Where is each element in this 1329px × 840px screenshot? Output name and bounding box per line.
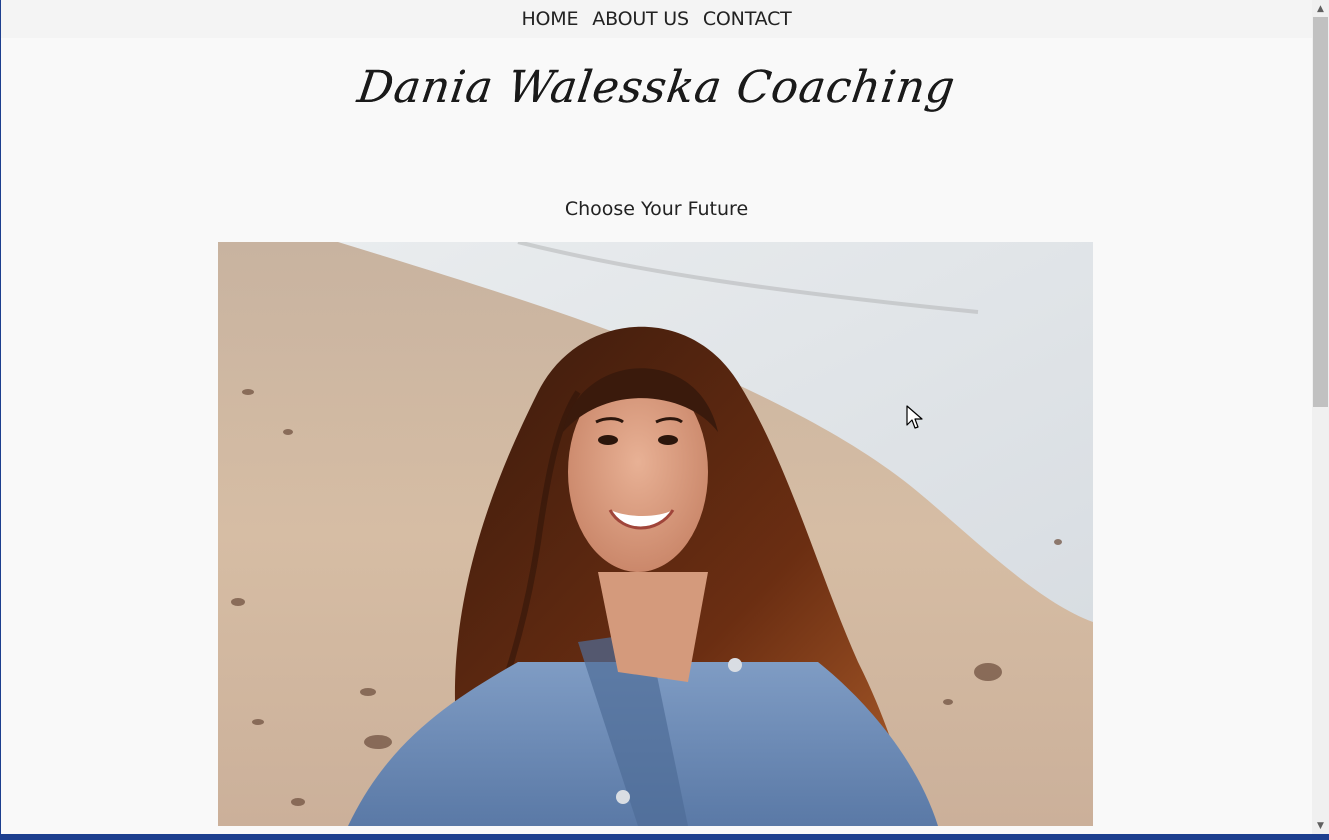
hero-photo-illustration <box>218 242 1093 826</box>
hero-photo <box>218 242 1093 826</box>
scrollbar-thumb[interactable] <box>1313 17 1328 407</box>
browser-viewport: HOME ABOUT US CONTACT Dania Walesska Coa… <box>1 0 1312 834</box>
hero-tagline: Choose Your Future <box>564 198 749 220</box>
nav-home-link[interactable]: HOME <box>521 8 578 30</box>
chevron-up-icon[interactable]: ▲ <box>1312 0 1329 17</box>
top-navigation: HOME ABOUT US CONTACT <box>1 0 1312 38</box>
site-logo[interactable]: Dania Walesska Coaching <box>1 62 1312 113</box>
nav-about-us-link[interactable]: ABOUT US <box>592 8 689 30</box>
nav-contact-link[interactable]: CONTACT <box>703 8 792 30</box>
mouse-pointer-icon <box>906 405 923 429</box>
vertical-scrollbar[interactable]: ▲ ▼ <box>1312 0 1329 834</box>
chevron-down-icon[interactable]: ▼ <box>1312 817 1329 834</box>
